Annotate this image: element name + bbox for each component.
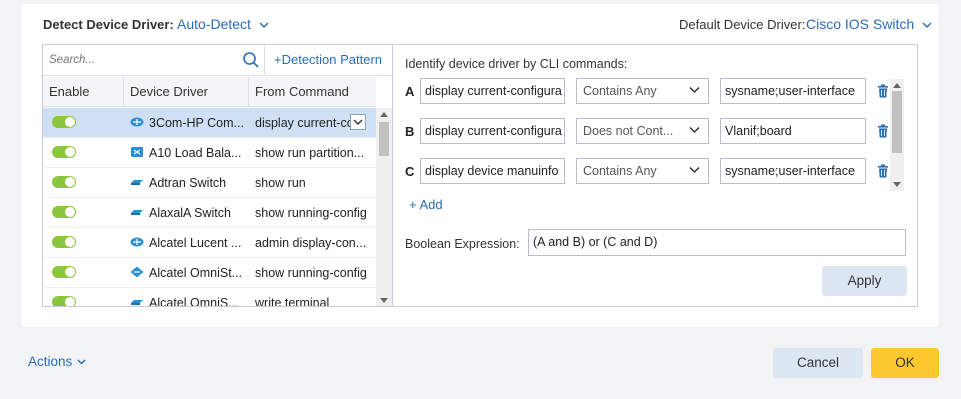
cancel-button[interactable]: Cancel — [773, 348, 863, 378]
scroll-thumb[interactable] — [892, 91, 902, 153]
scroll-down-icon[interactable] — [380, 298, 388, 304]
cli-rules-box: Identify device driver by CLI commands: … — [393, 44, 918, 307]
table-row[interactable]: 3Com-HP Com... display current-co — [43, 108, 376, 138]
scroll-up-icon[interactable] — [893, 82, 901, 88]
detect-mode-value: Auto-Detect — [177, 16, 251, 32]
device-driver-name: AlaxalA Switch — [149, 206, 231, 220]
device-driver-name: Adtran Switch — [149, 176, 227, 190]
device-driver-name: Alcatel OmniS... — [149, 296, 239, 307]
from-command: admin display-con... — [255, 236, 367, 250]
search-icon[interactable] — [242, 51, 260, 69]
from-command: show running-config — [255, 266, 367, 280]
chevron-down-icon — [689, 126, 700, 134]
conditions-scrollbar[interactable] — [890, 79, 904, 191]
router-icon — [130, 266, 144, 278]
enable-toggle[interactable] — [52, 296, 76, 306]
detect-device-driver-label: Detect Device Driver: — [43, 17, 174, 32]
detect-driver-panel: Detect Device Driver: Auto-Detect Defaul… — [22, 4, 938, 327]
condition-letter: A — [405, 84, 415, 99]
driver-list-box: +Detection Pattern Enable Device Driver … — [42, 44, 393, 307]
switch-icon — [131, 300, 143, 305]
value-input[interactable]: sysname;user-interface — [720, 158, 866, 184]
column-header-from-command[interactable]: From Command — [249, 77, 376, 107]
table-row[interactable]: A10 Load Bala... show run partition... — [43, 138, 376, 168]
boolean-expression-label: Boolean Expression: — [405, 237, 520, 251]
apply-button[interactable]: Apply — [822, 266, 907, 296]
switch-icon — [131, 180, 143, 185]
chevron-down-icon — [922, 22, 932, 28]
table-scrollbar[interactable] — [376, 108, 392, 306]
operator-value: Contains Any — [583, 164, 657, 178]
router-icon — [130, 237, 144, 247]
operator-select[interactable]: Does not Cont... — [576, 118, 709, 144]
column-header-device-driver[interactable]: Device Driver — [124, 77, 249, 107]
panel-header: Detect Device Driver: Auto-Detect Defaul… — [22, 4, 938, 44]
chevron-down-icon — [259, 22, 269, 28]
chevron-down-icon — [689, 86, 700, 94]
trash-icon[interactable] — [877, 164, 889, 178]
boolean-expression-input[interactable]: (A and B) or (C and D) — [528, 229, 906, 256]
trash-icon[interactable] — [877, 124, 889, 138]
search-input[interactable] — [43, 45, 265, 75]
from-command: write terminal — [255, 296, 330, 307]
scroll-up-icon[interactable] — [380, 111, 388, 117]
trash-icon[interactable] — [877, 84, 889, 98]
scroll-down-icon[interactable] — [893, 182, 901, 188]
operator-select[interactable]: Contains Any — [576, 158, 709, 184]
condition-letter: C — [405, 164, 415, 179]
default-driver-dropdown[interactable]: Cisco IOS Switch — [806, 16, 932, 32]
command-input[interactable]: display current-configura — [420, 118, 565, 144]
from-command: display current-co — [255, 116, 350, 130]
chevron-down-icon — [353, 119, 363, 125]
cli-rules-title: Identify device driver by CLI commands: — [405, 57, 628, 71]
detection-pattern-link[interactable]: +Detection Pattern — [274, 52, 382, 67]
detect-mode-dropdown[interactable]: Auto-Detect — [177, 16, 269, 32]
scroll-thumb[interactable] — [379, 122, 389, 156]
table-row[interactable]: Adtran Switch show run — [43, 168, 376, 198]
table-row[interactable]: Alcatel Lucent ... admin display-con... — [43, 228, 376, 258]
operator-value: Does not Cont... — [583, 124, 674, 138]
ok-button[interactable]: OK — [871, 348, 939, 378]
switch-icon — [131, 210, 143, 215]
command-dropdown[interactable] — [350, 114, 366, 130]
router-icon — [130, 117, 144, 127]
table-row[interactable]: Alcatel OmniS... write terminal — [43, 288, 376, 307]
from-command: show run — [255, 176, 306, 190]
value-input[interactable]: sysname;user-interface — [720, 78, 866, 104]
condition-letter: B — [405, 124, 415, 139]
device-driver-name: A10 Load Bala... — [149, 146, 242, 160]
search-row: +Detection Pattern — [43, 45, 392, 76]
enable-toggle[interactable] — [52, 176, 76, 188]
operator-select[interactable]: Contains Any — [576, 78, 709, 104]
operator-value: Contains Any — [583, 84, 657, 98]
from-command: show running-config — [255, 206, 367, 220]
enable-toggle[interactable] — [52, 266, 76, 278]
enable-toggle[interactable] — [52, 116, 76, 128]
enable-toggle[interactable] — [52, 206, 76, 218]
default-driver-value: Cisco IOS Switch — [806, 16, 915, 32]
actions-label: Actions — [28, 354, 73, 369]
driver-table-body: 3Com-HP Com... display current-co A10 Lo… — [43, 108, 376, 307]
chevron-down-icon — [77, 359, 86, 365]
enable-toggle[interactable] — [52, 146, 76, 158]
table-row[interactable]: AlaxalA Switch show running-config — [43, 198, 376, 228]
device-driver-name: Alcatel OmniSt... — [149, 266, 243, 280]
command-input[interactable]: display current-configura — [420, 78, 565, 104]
add-condition-link[interactable]: + Add — [409, 197, 443, 212]
from-command: show run partition... — [255, 146, 365, 160]
enable-toggle[interactable] — [52, 236, 76, 248]
table-header: Enable Device Driver From Command — [43, 77, 376, 107]
device-driver-name: Alcatel Lucent ... — [149, 236, 242, 250]
value-input[interactable]: Vlanif;board — [720, 118, 866, 144]
load-balancer-icon — [131, 147, 143, 157]
device-driver-name: 3Com-HP Com... — [149, 116, 244, 130]
command-input[interactable]: display device manuinfo — [420, 158, 565, 184]
column-header-enable[interactable]: Enable — [43, 77, 124, 107]
default-device-driver-label: Default Device Driver: — [679, 17, 806, 32]
table-row[interactable]: Alcatel OmniSt... show running-config — [43, 258, 376, 288]
actions-menu[interactable]: Actions — [28, 354, 86, 369]
chevron-down-icon — [689, 166, 700, 174]
